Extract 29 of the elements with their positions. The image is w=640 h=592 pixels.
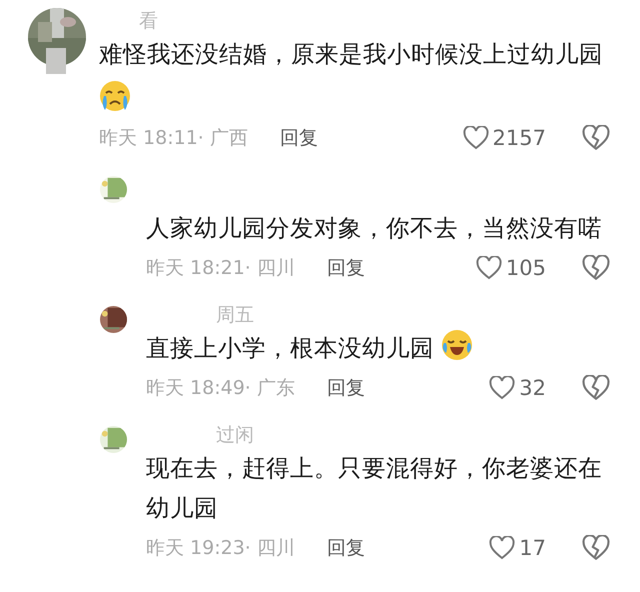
broken-heart-button[interactable]	[582, 125, 610, 151]
comment-time: 昨天 18:21· 四川	[146, 256, 295, 281]
broken-heart-button[interactable]	[582, 375, 610, 401]
comment-text: 直接上小学，根本没幼儿园	[146, 334, 434, 362]
heart-icon	[489, 376, 516, 400]
comment-time: 昨天 19:23· 四川	[146, 536, 295, 561]
comment-text: 现在去，赶得上。只要混得好，你老婆还在幼儿园	[146, 454, 602, 522]
crying-emoji-icon	[99, 80, 131, 112]
like-button[interactable]: 32	[489, 376, 546, 400]
reply-button[interactable]: 回复	[280, 125, 318, 151]
comment-text: 人家幼儿园分发对象，你不去，当然没有喏	[146, 214, 602, 242]
like-button[interactable]: 105	[476, 256, 546, 280]
broken-heart-button[interactable]	[582, 535, 610, 561]
user-name: 过闲	[215, 423, 255, 448]
comment-time: 昨天 18:49· 广东	[146, 376, 295, 401]
user-name: 周五	[215, 303, 255, 328]
user-name: 看	[138, 9, 159, 34]
like-button[interactable]: 2157	[462, 126, 546, 150]
like-button[interactable]: 17	[489, 536, 546, 560]
reply-button[interactable]: 回复	[326, 535, 365, 561]
broken-heart-button[interactable]	[582, 255, 610, 281]
heart-icon	[489, 536, 516, 560]
reply-button[interactable]: 回复	[326, 375, 365, 401]
comment-time: 昨天 18:11· 广西	[99, 126, 248, 151]
laughing-emoji-icon	[441, 329, 474, 361]
reply-button[interactable]: 回复	[326, 255, 365, 281]
heart-icon	[476, 256, 502, 280]
heart-icon	[462, 126, 489, 150]
comment-text: 难怪我还没结婚，原来是我小时候没上过幼儿园	[99, 39, 604, 70]
